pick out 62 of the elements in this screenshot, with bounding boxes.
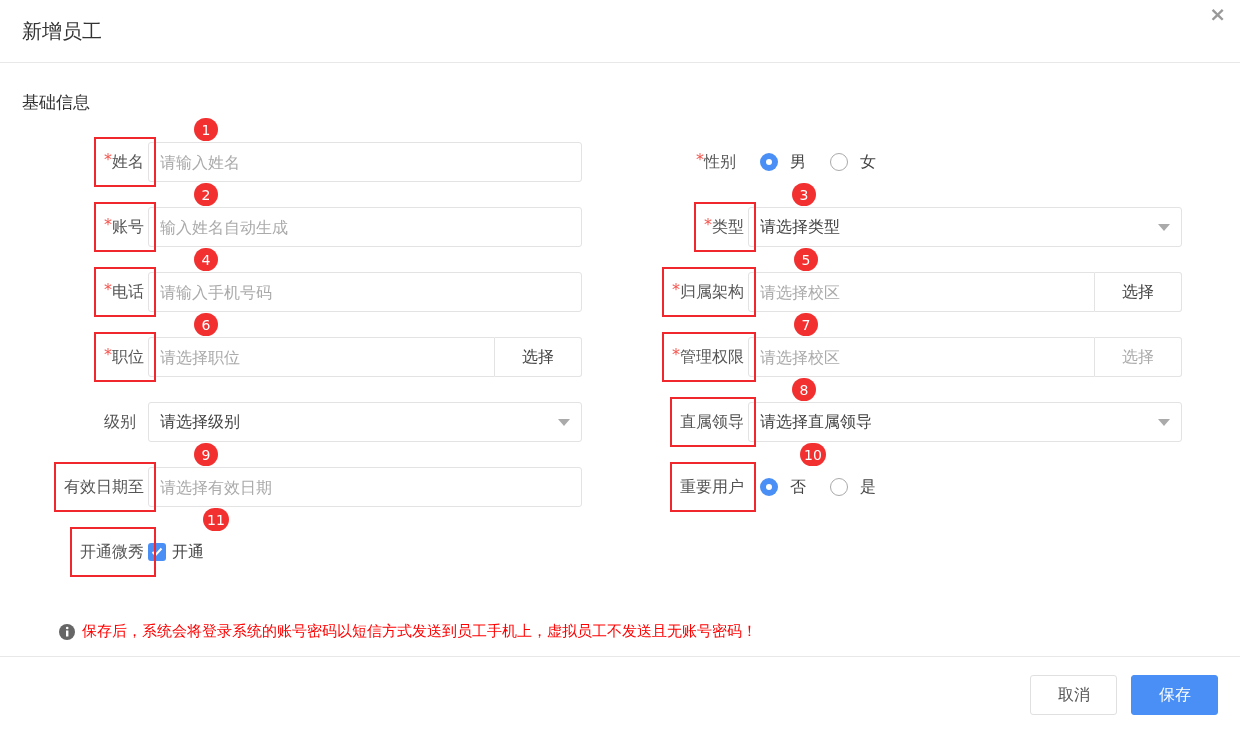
section-title: 基础信息 [22,91,90,114]
required-asterisk: * [104,345,112,364]
required-asterisk: * [704,215,712,234]
select-button[interactable]: 选择 [1095,272,1182,312]
radio-label: 男 [790,151,806,173]
annotation-badge: 4 [194,248,218,271]
select-field[interactable]: 请选择直属领导 [748,402,1182,442]
required-asterisk: * [104,280,112,299]
select-field[interactable]: 请选择级别 [148,402,582,442]
checkbox-label: 开通 [172,541,204,563]
annotation-badge: 1 [194,118,218,141]
radio-button[interactable] [760,153,778,171]
field-label: 职位 [112,346,144,368]
field-label: 重要用户 [680,476,744,498]
field-label: 姓名 [112,151,144,173]
select-button[interactable]: 选择 [495,337,582,377]
notice-text: 保存后，系统会将登录系统的账号密码以短信方式发送到员工手机上，虚拟员工不发送且无账号密码！ [82,622,757,641]
text-input[interactable]: 输入姓名自动生成 [148,207,582,247]
dialog-title: 新增员工 [22,17,102,45]
field-label: 直属领导 [680,411,744,433]
text-input[interactable]: 请选择职位 [148,337,495,377]
required-asterisk: * [672,280,680,299]
field-label: 账号 [112,216,144,238]
radio-button[interactable] [830,478,848,496]
radio-label: 否 [790,476,806,498]
radio-label: 是 [860,476,876,498]
text-input[interactable]: 请选择有效日期 [148,467,582,507]
radio-button[interactable] [830,153,848,171]
annotation-badge: 5 [794,248,818,271]
annotation-badge: 8 [792,378,816,401]
text-input[interactable]: 请输入姓名 [148,142,582,182]
radio-label: 女 [860,151,876,173]
annotation-badge: 6 [194,313,218,336]
annotation-badge: 11 [203,508,229,531]
select-field[interactable]: 请选择类型 [748,207,1182,247]
text-input[interactable]: 请选择校区 [748,337,1095,377]
caret-down-icon [1158,223,1170,231]
field-label: 管理权限 [680,346,744,368]
annotation-badge: 10 [800,443,826,466]
required-asterisk: * [104,215,112,234]
field-label: 类型 [712,216,744,238]
field-label: 开通微秀 [80,541,144,563]
check-icon [151,547,163,557]
annotation-badge: 9 [194,443,218,466]
caret-down-icon [558,418,570,426]
required-asterisk: * [672,345,680,364]
annotation-badge: 3 [792,183,816,206]
field-label: 电话 [112,281,144,303]
text-input[interactable]: 请输入手机号码 [148,272,582,312]
field-label: 归属架构 [680,281,744,303]
annotation-badge: 2 [194,183,218,206]
field-label: 有效日期至 [64,476,144,498]
field-label: 级别 [104,411,136,433]
cancel-button[interactable]: 取消 [1030,675,1117,715]
caret-down-icon [1158,418,1170,426]
text-input[interactable]: 请选择校区 [748,272,1095,312]
required-asterisk: * [104,150,112,169]
radio-button[interactable] [760,478,778,496]
field-label: 性别 [704,151,736,173]
required-asterisk: * [696,149,704,169]
info-icon [58,622,76,641]
annotation-badge: 7 [794,313,818,336]
